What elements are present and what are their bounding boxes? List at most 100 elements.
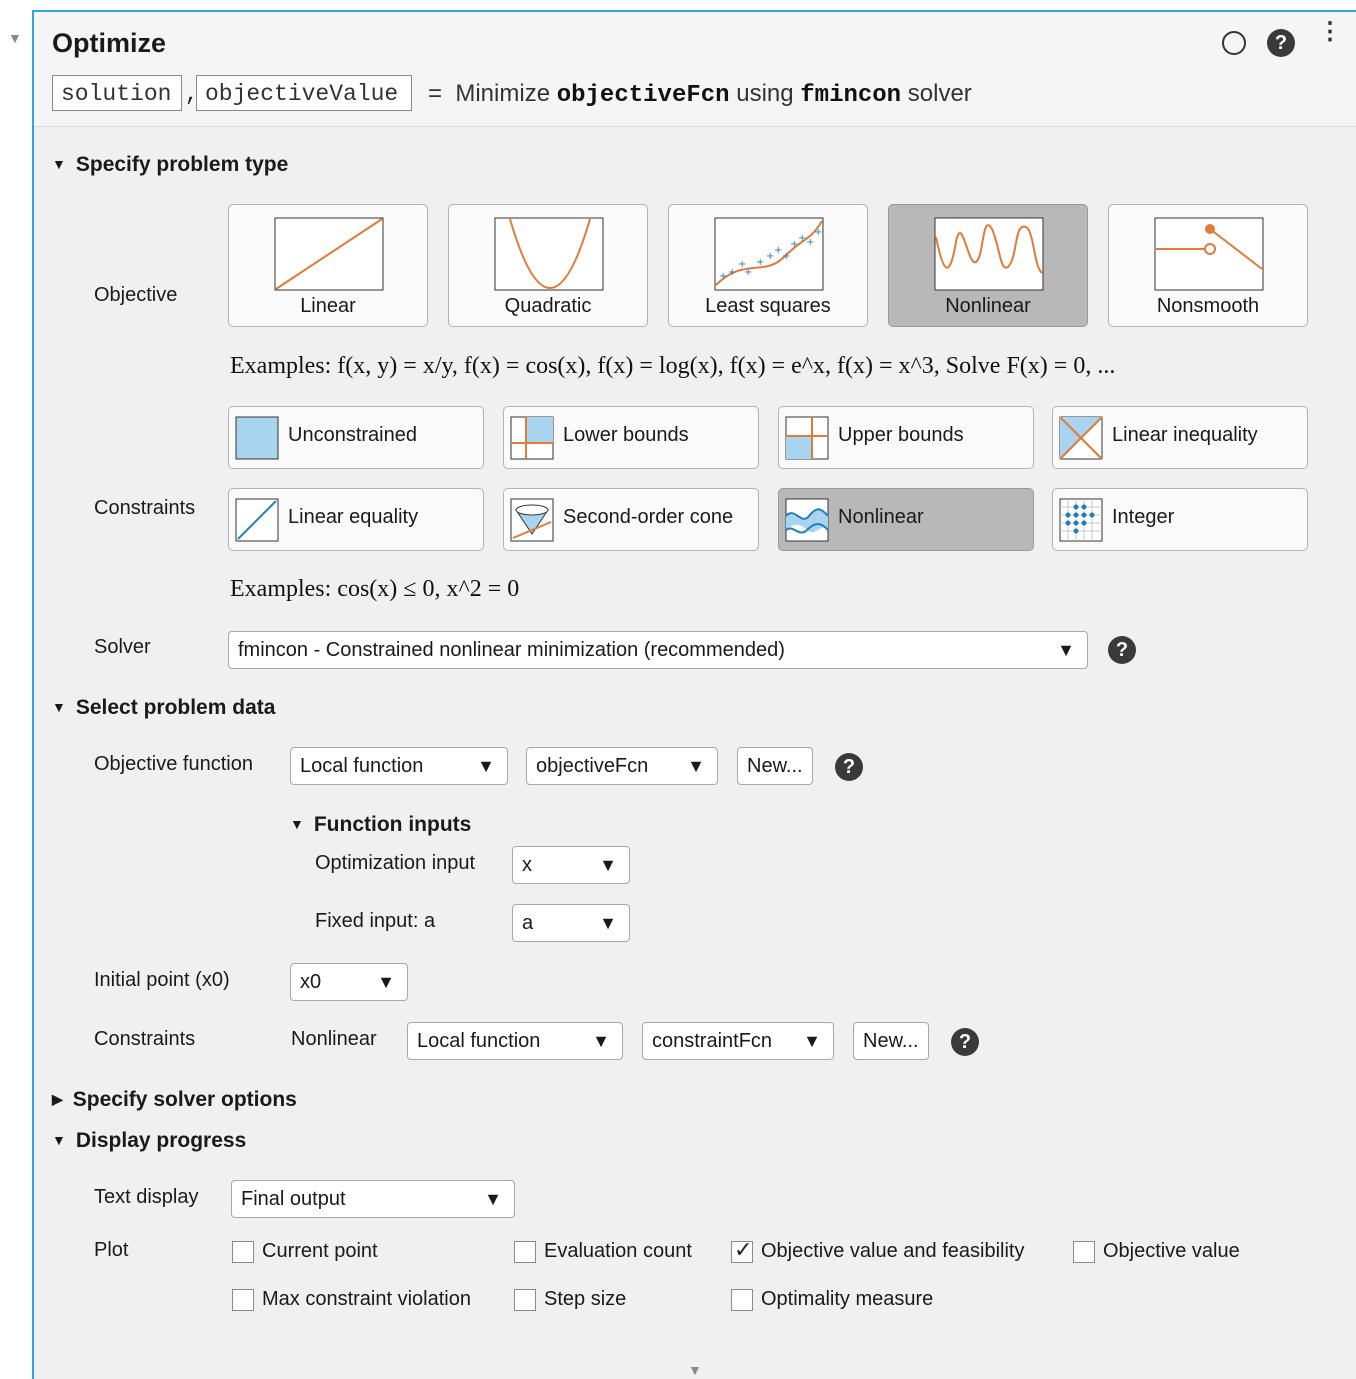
section-title: Specify problem type: [75, 153, 289, 176]
solver-help-icon[interactable]: ?: [1108, 636, 1136, 664]
output-solution-field[interactable]: solution: [52, 75, 182, 111]
constraint-linear-equality-button[interactable]: Linear equality: [228, 488, 484, 551]
constraint-lower-bounds-button[interactable]: Lower bounds: [503, 406, 759, 469]
current-point-checkbox[interactable]: [232, 1241, 254, 1263]
constraint-unconstrained-label: Unconstrained: [288, 424, 417, 446]
objective-help-icon[interactable]: ?: [835, 753, 863, 781]
collapse-caret-icon[interactable]: ▼: [8, 30, 22, 46]
max-constraint-violation-label: Max constraint violation: [262, 1288, 471, 1310]
function-inputs-title: Function inputs: [313, 813, 472, 836]
expanded-caret-icon: ▼: [52, 1132, 66, 1148]
objective-linear-button[interactable]: Linear: [228, 204, 428, 327]
constraint-nonlinear-button[interactable]: Nonlinear: [778, 488, 1034, 551]
constraint-integer-label: Integer: [1112, 506, 1175, 528]
objective-name-dropdown[interactable]: objectiveFcn ▼: [526, 747, 718, 785]
objective-nonsmooth-button[interactable]: Nonsmooth: [1108, 204, 1308, 327]
solver-dropdown-value: fmincon - Constrained nonlinear minimiza…: [238, 639, 785, 661]
section-display-progress[interactable]: ▼ Display progress: [52, 1129, 246, 1153]
objective-least-squares-label: Least squares: [705, 295, 831, 317]
summary-solver-word: solver: [907, 80, 972, 107]
objective-function-label: Objective function: [94, 753, 253, 775]
fixed-input-label: Fixed input: a: [315, 910, 436, 932]
fixed-input-value: a: [522, 912, 534, 934]
chevron-down-icon: ▼: [1057, 640, 1075, 660]
expand-more-icon[interactable]: ▼: [688, 1362, 702, 1378]
constraint-upper-bounds-label: Upper bounds: [838, 424, 964, 446]
chevron-down-icon: ▼: [687, 756, 705, 776]
collapsed-caret-icon: ▶: [52, 1091, 63, 1107]
objective-value-feasibility-label: Objective value and feasibility: [761, 1240, 1025, 1262]
objective-value-checkbox[interactable]: [1073, 1241, 1095, 1263]
chevron-down-icon: ▼: [803, 1031, 821, 1051]
text-display-value: Final output: [241, 1188, 346, 1210]
unconstrained-icon: [235, 416, 279, 460]
chevron-down-icon: ▼: [477, 756, 495, 776]
objective-value-feasibility-checkbox[interactable]: ✓: [731, 1237, 753, 1263]
constraint-name-dropdown[interactable]: constraintFcn ▼: [642, 1022, 834, 1060]
fixed-input-dropdown[interactable]: a ▼: [512, 904, 630, 942]
constraint-integer-button[interactable]: Integer: [1052, 488, 1308, 551]
constraint-upper-bounds-button[interactable]: Upper bounds: [778, 406, 1034, 469]
lower-bounds-icon: [510, 416, 554, 460]
constraint-lower-bounds-label: Lower bounds: [563, 424, 689, 446]
text-display-label: Text display: [94, 1186, 199, 1208]
constraint-linear-inequality-label: Linear inequality: [1112, 424, 1258, 446]
chevron-down-icon: ▼: [484, 1189, 502, 1209]
chevron-down-icon: ▼: [377, 972, 395, 992]
objective-value-label: Objective value: [1103, 1240, 1240, 1262]
section-title: Display progress: [75, 1129, 247, 1152]
function-inputs-toggle[interactable]: ▼ Function inputs: [290, 813, 471, 837]
chevron-down-icon: ▼: [599, 855, 617, 875]
optimization-input-dropdown[interactable]: x ▼: [512, 846, 630, 884]
optimization-input-label: Optimization input: [315, 852, 476, 874]
objective-source-dropdown[interactable]: Local function ▼: [290, 747, 508, 785]
output-objectivevalue-field[interactable]: objectiveValue: [196, 75, 412, 111]
constraint-nonlinear-label: Nonlinear: [838, 506, 924, 528]
svg-text:+: +: [782, 251, 790, 262]
section-title: Select problem data: [75, 696, 276, 719]
constraint-name-value: constraintFcn: [652, 1030, 773, 1052]
solver-dropdown[interactable]: fmincon - Constrained nonlinear minimiza…: [228, 631, 1088, 669]
text-display-dropdown[interactable]: Final output ▼: [231, 1180, 515, 1218]
linear-equality-icon: [235, 498, 279, 542]
objective-quadratic-button[interactable]: Quadratic: [448, 204, 648, 327]
equals-sign: =: [428, 80, 443, 107]
linear-plot-icon: [274, 217, 384, 291]
constraint-unconstrained-button[interactable]: Unconstrained: [228, 406, 484, 469]
step-size-checkbox[interactable]: [514, 1289, 536, 1311]
initial-point-dropdown[interactable]: x0 ▼: [290, 963, 408, 1001]
new-objective-button[interactable]: New...: [737, 747, 813, 785]
new-constraint-button[interactable]: New...: [853, 1022, 929, 1060]
objective-quadratic-label: Quadratic: [504, 295, 592, 317]
section-specify-problem-type[interactable]: ▼ Specify problem type: [52, 153, 288, 177]
objective-least-squares-button[interactable]: + + + + + + + + + + + + Least squares: [668, 204, 868, 327]
second-order-cone-icon: [510, 498, 554, 542]
summary-solver: fmincon: [800, 82, 902, 109]
constraint-help-icon[interactable]: ?: [951, 1028, 979, 1056]
svg-text:+: +: [806, 237, 814, 248]
nonlinear-plot-icon: [934, 217, 1044, 291]
task-title: Optimize: [52, 28, 167, 58]
objective-nonlinear-button[interactable]: Nonlinear: [888, 204, 1088, 327]
evaluation-count-checkbox[interactable]: [514, 1241, 536, 1263]
constraint-second-order-cone-button[interactable]: Second-order cone: [503, 488, 759, 551]
checkmark-icon: ✓: [734, 1237, 753, 1262]
constraint-linear-inequality-button[interactable]: Linear inequality: [1052, 406, 1308, 469]
optimality-measure-checkbox[interactable]: [731, 1289, 753, 1311]
more-options-icon[interactable]: ⋮: [1318, 20, 1342, 44]
section-specify-solver-options[interactable]: ▶ Specify solver options: [52, 1088, 297, 1112]
initial-point-label: Initial point (x0): [94, 969, 230, 991]
constraints-type-label: Constraints: [94, 497, 196, 519]
circle-icon[interactable]: [1222, 31, 1246, 55]
linear-inequality-icon: [1059, 416, 1103, 460]
max-constraint-violation-checkbox[interactable]: [232, 1289, 254, 1311]
upper-bounds-icon: [785, 416, 829, 460]
constraint-source-dropdown[interactable]: Local function ▼: [407, 1022, 623, 1060]
section-select-problem-data[interactable]: ▼ Select problem data: [52, 696, 275, 720]
current-point-label: Current point: [262, 1240, 378, 1262]
initial-point-value: x0: [300, 971, 322, 993]
optimization-input-value: x: [522, 854, 532, 876]
help-icon[interactable]: ?: [1267, 29, 1295, 57]
svg-text:+: +: [728, 267, 736, 278]
summary-objective-fcn: objectiveFcn: [556, 82, 730, 109]
